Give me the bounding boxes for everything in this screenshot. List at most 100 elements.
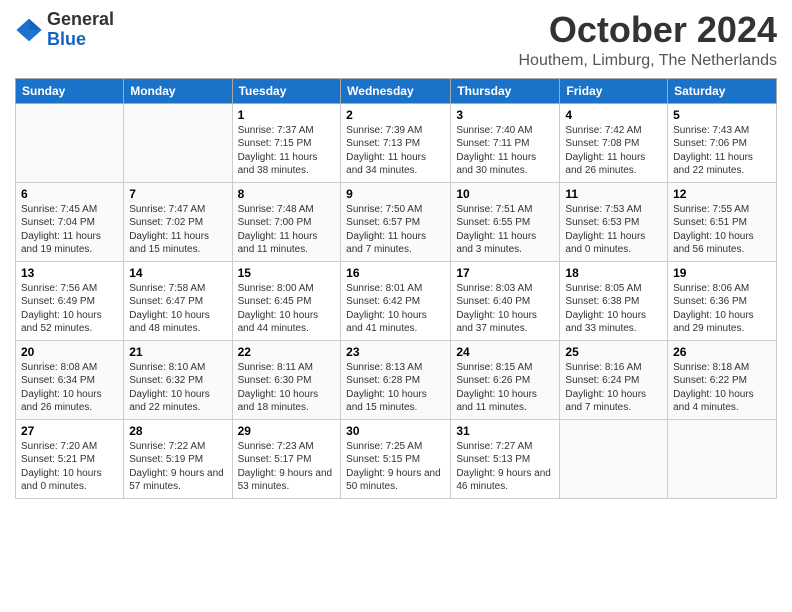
location-title: Houthem, Limburg, The Netherlands [518,52,777,70]
calendar-cell: 26 Sunrise: 8:18 AM Sunset: 6:22 PM Dayli… [668,340,777,419]
page: General Blue October 2024 Houthem, Limbu… [0,0,792,612]
calendar-cell: 23Sunrise: 8:13 AM Sunset: 6:28 PM Dayli… [341,340,451,419]
day-number: 20 [21,345,118,359]
day-header-friday: Friday [560,78,668,103]
calendar-cell: 10 Sunrise: 7:51 AM Sunset: 6:55 PM Dayli… [451,182,560,261]
day-number: 12 [673,187,771,201]
week-row-1: 1 Sunrise: 7:37 AM Sunset: 7:15 PM Daylig… [16,103,777,182]
calendar-cell: 16Sunrise: 8:01 AM Sunset: 6:42 PM Dayli… [341,261,451,340]
day-info: Sunrise: 8:10 AM Sunset: 6:32 PM Dayligh… [129,361,226,415]
day-number: 30 [346,424,445,438]
day-number: 2 [346,108,445,122]
day-info: Sunrise: 8:05 AM Sunset: 6:38 PM Dayligh… [565,282,662,336]
calendar-cell: 19 Sunrise: 8:06 AM Sunset: 6:36 PM Dayli… [668,261,777,340]
day-number: 11 [565,187,662,201]
calendar-table: SundayMondayTuesdayWednesdayThursdayFrid… [15,78,777,499]
calendar-cell: 30 Sunrise: 7:25 AM Sunset: 5:15 PM Dayli… [341,419,451,498]
day-header-saturday: Saturday [668,78,777,103]
day-number: 9 [346,187,445,201]
calendar-cell: 14Sunrise: 7:58 AM Sunset: 6:47 PM Dayli… [124,261,232,340]
day-info: Sunrise: 7:53 AM Sunset: 6:53 PM Dayligh… [565,203,662,257]
day-number: 1 [238,108,336,122]
calendar-cell: 22 Sunrise: 8:11 AM Sunset: 6:30 PM Dayli… [232,340,341,419]
day-info: Sunrise: 7:40 AM Sunset: 7:11 PM Dayligh… [456,124,554,178]
day-info: Sunrise: 7:20 AM Sunset: 5:21 PM Dayligh… [21,440,118,494]
day-info: Sunrise: 8:00 AM Sunset: 6:45 PM Dayligh… [238,282,336,336]
day-number: 29 [238,424,336,438]
calendar-cell [124,103,232,182]
calendar-cell: 8Sunrise: 7:48 AM Sunset: 7:00 PM Daylig… [232,182,341,261]
day-number: 21 [129,345,226,359]
day-info: Sunrise: 8:13 AM Sunset: 6:28 PM Dayligh… [346,361,445,415]
day-number: 6 [21,187,118,201]
day-info: Sunrise: 8:06 AM Sunset: 6:36 PM Dayligh… [673,282,771,336]
calendar-cell [560,419,668,498]
calendar-cell: 9 Sunrise: 7:50 AM Sunset: 6:57 PM Daylig… [341,182,451,261]
logo-icon [15,16,43,44]
calendar-cell: 18 Sunrise: 8:05 AM Sunset: 6:38 PM Dayli… [560,261,668,340]
calendar-cell: 3 Sunrise: 7:40 AM Sunset: 7:11 PM Daylig… [451,103,560,182]
logo-general-text: General [47,10,114,30]
day-info: Sunrise: 7:51 AM Sunset: 6:55 PM Dayligh… [456,203,554,257]
calendar-cell [16,103,124,182]
day-number: 17 [456,266,554,280]
day-header-monday: Monday [124,78,232,103]
day-number: 22 [238,345,336,359]
logo-blue-text: Blue [47,30,114,50]
week-row-5: 27 Sunrise: 7:20 AM Sunset: 5:21 PM Dayli… [16,419,777,498]
day-header-wednesday: Wednesday [341,78,451,103]
day-number: 5 [673,108,771,122]
day-number: 13 [21,266,118,280]
day-info: Sunrise: 7:25 AM Sunset: 5:15 PM Dayligh… [346,440,445,494]
day-info: Sunrise: 8:18 AM Sunset: 6:22 PM Dayligh… [673,361,771,415]
calendar-cell [668,419,777,498]
day-info: Sunrise: 7:39 AM Sunset: 7:13 PM Dayligh… [346,124,445,178]
day-info: Sunrise: 7:50 AM Sunset: 6:57 PM Dayligh… [346,203,445,257]
day-number: 7 [129,187,226,201]
day-number: 4 [565,108,662,122]
day-number: 16 [346,266,445,280]
day-number: 28 [129,424,226,438]
calendar-cell: 2 Sunrise: 7:39 AM Sunset: 7:13 PM Daylig… [341,103,451,182]
header: General Blue October 2024 Houthem, Limbu… [15,10,777,70]
day-info: Sunrise: 7:27 AM Sunset: 5:13 PM Dayligh… [456,440,554,494]
day-info: Sunrise: 8:16 AM Sunset: 6:24 PM Dayligh… [565,361,662,415]
day-info: Sunrise: 8:08 AM Sunset: 6:34 PM Dayligh… [21,361,118,415]
calendar-cell: 11 Sunrise: 7:53 AM Sunset: 6:53 PM Dayli… [560,182,668,261]
day-info: Sunrise: 7:42 AM Sunset: 7:08 PM Dayligh… [565,124,662,178]
day-number: 10 [456,187,554,201]
week-row-3: 13 Sunrise: 7:56 AM Sunset: 6:49 PM Dayli… [16,261,777,340]
day-info: Sunrise: 7:48 AM Sunset: 7:00 PM Dayligh… [238,203,336,257]
day-info: Sunrise: 8:11 AM Sunset: 6:30 PM Dayligh… [238,361,336,415]
calendar-cell: 29 Sunrise: 7:23 AM Sunset: 5:17 PM Dayli… [232,419,341,498]
day-number: 31 [456,424,554,438]
calendar-cell: 27 Sunrise: 7:20 AM Sunset: 5:21 PM Dayli… [16,419,124,498]
month-title: October 2024 [518,10,777,50]
day-number: 27 [21,424,118,438]
day-number: 15 [238,266,336,280]
calendar-cell: 31 Sunrise: 7:27 AM Sunset: 5:13 PM Dayli… [451,419,560,498]
header-row: SundayMondayTuesdayWednesdayThursdayFrid… [16,78,777,103]
day-number: 26 [673,345,771,359]
week-row-2: 6 Sunrise: 7:45 AM Sunset: 7:04 PM Daylig… [16,182,777,261]
day-number: 25 [565,345,662,359]
calendar-cell: 21 Sunrise: 8:10 AM Sunset: 6:32 PM Dayli… [124,340,232,419]
calendar-cell: 24Sunrise: 8:15 AM Sunset: 6:26 PM Dayli… [451,340,560,419]
day-number: 18 [565,266,662,280]
day-header-thursday: Thursday [451,78,560,103]
day-header-sunday: Sunday [16,78,124,103]
day-number: 19 [673,266,771,280]
calendar-cell: 5Sunrise: 7:43 AM Sunset: 7:06 PM Daylig… [668,103,777,182]
day-info: Sunrise: 7:22 AM Sunset: 5:19 PM Dayligh… [129,440,226,494]
day-info: Sunrise: 7:37 AM Sunset: 7:15 PM Dayligh… [238,124,336,178]
day-info: Sunrise: 7:45 AM Sunset: 7:04 PM Dayligh… [21,203,118,257]
day-info: Sunrise: 7:56 AM Sunset: 6:49 PM Dayligh… [21,282,118,336]
calendar-cell: 4 Sunrise: 7:42 AM Sunset: 7:08 PM Daylig… [560,103,668,182]
calendar-cell: 25 Sunrise: 8:16 AM Sunset: 6:24 PM Dayli… [560,340,668,419]
day-header-tuesday: Tuesday [232,78,341,103]
title-block: October 2024 Houthem, Limburg, The Nethe… [518,10,777,70]
day-number: 3 [456,108,554,122]
day-info: Sunrise: 7:23 AM Sunset: 5:17 PM Dayligh… [238,440,336,494]
day-info: Sunrise: 7:47 AM Sunset: 7:02 PM Dayligh… [129,203,226,257]
logo-text: General Blue [47,10,114,50]
